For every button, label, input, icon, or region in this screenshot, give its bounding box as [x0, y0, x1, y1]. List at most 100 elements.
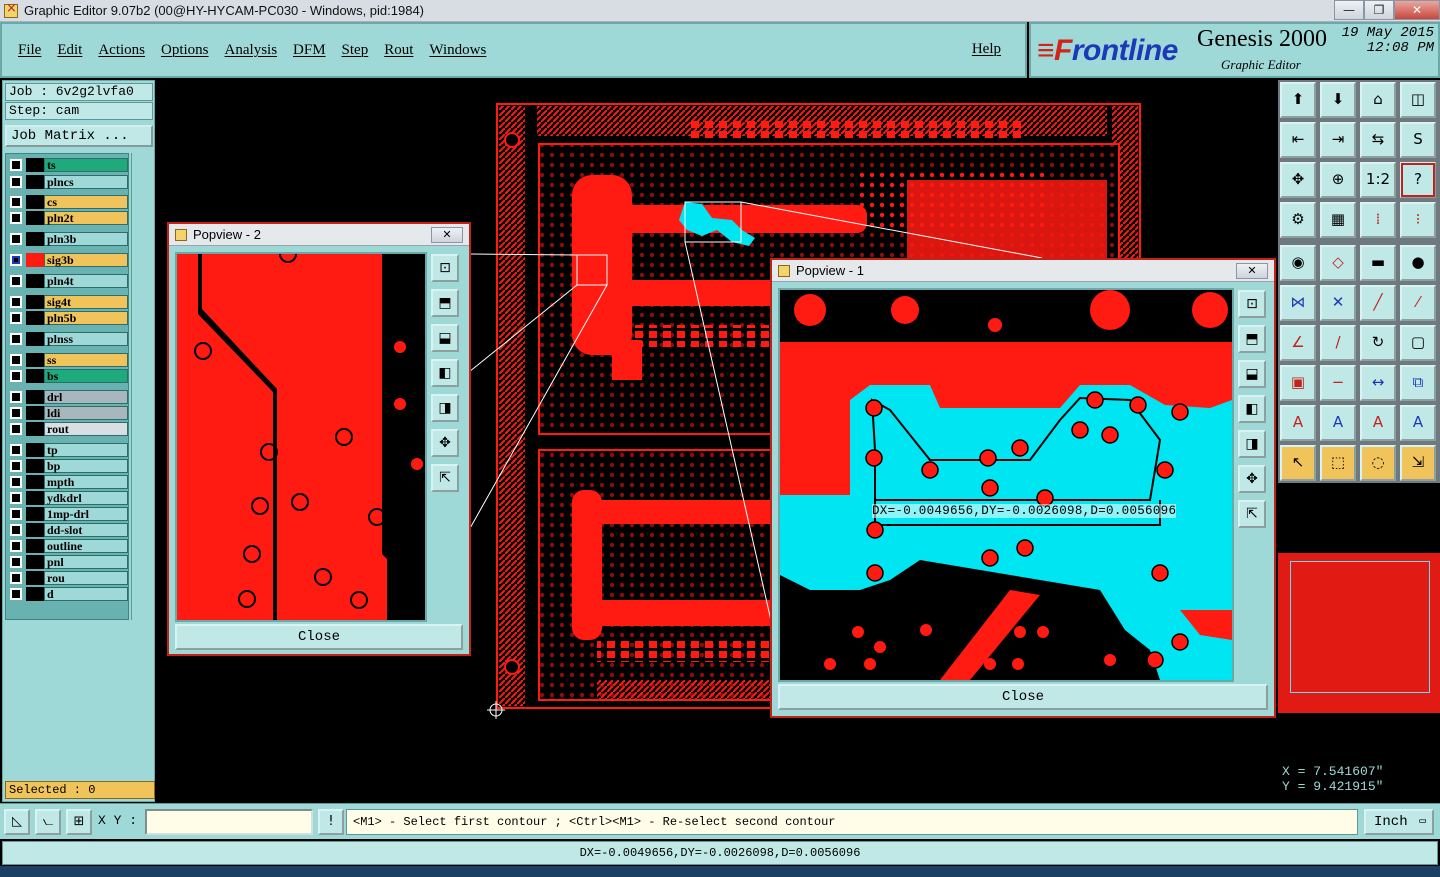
- layer-checkbox[interactable]: [10, 391, 22, 403]
- layer-row-sig4t[interactable]: sig4t: [8, 295, 128, 309]
- popview-2-close-button[interactable]: Close: [175, 624, 463, 650]
- layer-row-outline[interactable]: outline: [8, 539, 128, 553]
- layer-row-sig3b[interactable]: sig3b: [8, 253, 128, 267]
- snake-icon[interactable]: S: [1400, 122, 1436, 158]
- layer-name[interactable]: cs: [44, 195, 128, 209]
- layer-name[interactable]: mpth: [44, 475, 128, 489]
- layer-color-swatch[interactable]: [26, 274, 44, 288]
- window-split-icon[interactable]: ◫: [1400, 82, 1436, 118]
- pan-left-icon[interactable]: ◧: [1238, 395, 1266, 423]
- minus-icon[interactable]: −: [1320, 365, 1356, 401]
- pan-left-icon[interactable]: ◧: [431, 359, 459, 387]
- zoom-in-icon[interactable]: ✥: [431, 429, 459, 457]
- menu-analysis[interactable]: Analysis: [225, 42, 278, 59]
- layer-name[interactable]: d: [44, 587, 128, 601]
- layer-row-ts[interactable]: ts: [8, 158, 128, 172]
- layer-name[interactable]: plncs: [44, 175, 128, 189]
- layer-down-icon[interactable]: ⬇: [1320, 82, 1356, 118]
- layer-checkbox[interactable]: [10, 540, 22, 552]
- dot-icon[interactable]: ●: [1400, 245, 1436, 281]
- layer-row-cs[interactable]: cs: [8, 195, 128, 209]
- pan-up-icon[interactable]: ⬒: [431, 289, 459, 317]
- popview-1-close-button[interactable]: Close: [778, 684, 1268, 710]
- popview-1-view[interactable]: DX=-0.0049656,DY=-0.0026098,D=0.0056096: [778, 288, 1234, 682]
- slash-icon[interactable]: /: [1320, 325, 1356, 361]
- xy-input[interactable]: [145, 809, 313, 835]
- pan-down-icon[interactable]: ⬓: [431, 324, 459, 352]
- shapes-icon[interactable]: ⧉: [1400, 365, 1436, 401]
- net-select-icon[interactable]: ⁝: [1400, 202, 1436, 238]
- layer-color-swatch[interactable]: [26, 443, 44, 457]
- layer-row-ydkdrl[interactable]: ydkdrl: [8, 491, 128, 505]
- layer-checkbox[interactable]: [10, 588, 22, 600]
- extra-icon[interactable]: ▢: [1400, 325, 1436, 361]
- arc-icon[interactable]: ↻: [1360, 325, 1396, 361]
- layer-name[interactable]: ydkdrl: [44, 491, 128, 505]
- restore-button[interactable]: ❐: [1364, 0, 1394, 20]
- warning-icon[interactable]: !: [318, 809, 344, 835]
- layer-checkbox[interactable]: [10, 176, 22, 188]
- layer-color-swatch[interactable]: [26, 158, 44, 172]
- layer-color-swatch[interactable]: [26, 507, 44, 521]
- layer-name[interactable]: dd-slot: [44, 523, 128, 537]
- layer-color-swatch[interactable]: [26, 390, 44, 404]
- layer-name[interactable]: rout: [44, 422, 128, 436]
- layer-checkbox[interactable]: [10, 212, 22, 224]
- layer-name[interactable]: outline: [44, 539, 128, 553]
- job-matrix-button[interactable]: Job Matrix ...: [5, 125, 153, 147]
- layer-checkbox[interactable]: [10, 370, 22, 382]
- layer-name[interactable]: ts: [44, 158, 128, 172]
- menu-rout[interactable]: Rout: [384, 42, 413, 59]
- text-a2-icon[interactable]: A: [1320, 405, 1356, 441]
- layer-row-1mp-drl[interactable]: 1mp-drl: [8, 507, 128, 521]
- popview-2-view[interactable]: [175, 252, 427, 622]
- layer-row-bp[interactable]: bp: [8, 459, 128, 473]
- layer-name[interactable]: bs: [44, 369, 128, 383]
- layer-name[interactable]: 1mp-drl: [44, 507, 128, 521]
- pan-down-icon[interactable]: ⬓: [1238, 360, 1266, 388]
- layer-name[interactable]: tp: [44, 443, 128, 457]
- text-a-icon[interactable]: A: [1280, 405, 1316, 441]
- layer-row-tp[interactable]: tp: [8, 443, 128, 457]
- menu-step[interactable]: Step: [342, 42, 369, 59]
- layer-checkbox[interactable]: [10, 233, 22, 245]
- layer-checkbox[interactable]: [10, 476, 22, 488]
- text-a3-icon[interactable]: A: [1360, 405, 1396, 441]
- unit-select[interactable]: Inch ▭: [1364, 809, 1434, 835]
- zoom-out-icon[interactable]: ⇱: [1238, 500, 1266, 528]
- layer-checkbox[interactable]: [10, 196, 22, 208]
- angle-snap-icon[interactable]: ⦦: [35, 809, 61, 835]
- zoom-fit-icon[interactable]: ⊡: [431, 254, 459, 282]
- layer-color-swatch[interactable]: [26, 232, 44, 246]
- tools-icon[interactable]: ⚙: [1280, 202, 1316, 238]
- layer-color-swatch[interactable]: [26, 295, 44, 309]
- layer-name[interactable]: pln3b: [44, 232, 128, 246]
- layer-row-plncs[interactable]: plncs: [8, 175, 128, 189]
- layer-color-swatch[interactable]: [26, 523, 44, 537]
- layer-checkbox[interactable]: [10, 354, 22, 366]
- zoom-in-icon[interactable]: ✥: [1238, 465, 1266, 493]
- layer-row-mpth[interactable]: mpth: [8, 475, 128, 489]
- menu-actions[interactable]: Actions: [98, 42, 145, 59]
- ruler-icon[interactable]: ▬: [1360, 245, 1396, 281]
- layer-color-swatch[interactable]: [26, 332, 44, 346]
- menu-edit[interactable]: Edit: [57, 42, 82, 59]
- menu-windows[interactable]: Windows: [429, 42, 486, 59]
- layer-color-swatch[interactable]: [26, 539, 44, 553]
- layer-row-pnl[interactable]: pnl: [8, 555, 128, 569]
- minimize-button[interactable]: —: [1334, 0, 1364, 20]
- layer-row-d[interactable]: d: [8, 587, 128, 601]
- layer-name[interactable]: rou: [44, 571, 128, 585]
- layer-row-pln5b[interactable]: pln5b: [8, 311, 128, 325]
- layer-color-swatch[interactable]: [26, 353, 44, 367]
- text-a4-icon[interactable]: A: [1400, 405, 1436, 441]
- layer-checkbox[interactable]: [10, 296, 22, 308]
- layer-row-drl[interactable]: drl: [8, 390, 128, 404]
- one-to-two-icon[interactable]: 1:2: [1360, 162, 1396, 198]
- zoom-extents-icon[interactable]: ✥: [1280, 162, 1316, 198]
- pan-up-icon[interactable]: ⬒: [1238, 325, 1266, 353]
- popview-2-titlebar[interactable]: Popview - 2 ✕: [169, 224, 469, 246]
- connect-icon[interactable]: ⋈: [1280, 285, 1316, 321]
- layer-checkbox[interactable]: [10, 444, 22, 456]
- layer-checkbox[interactable]: [10, 572, 22, 584]
